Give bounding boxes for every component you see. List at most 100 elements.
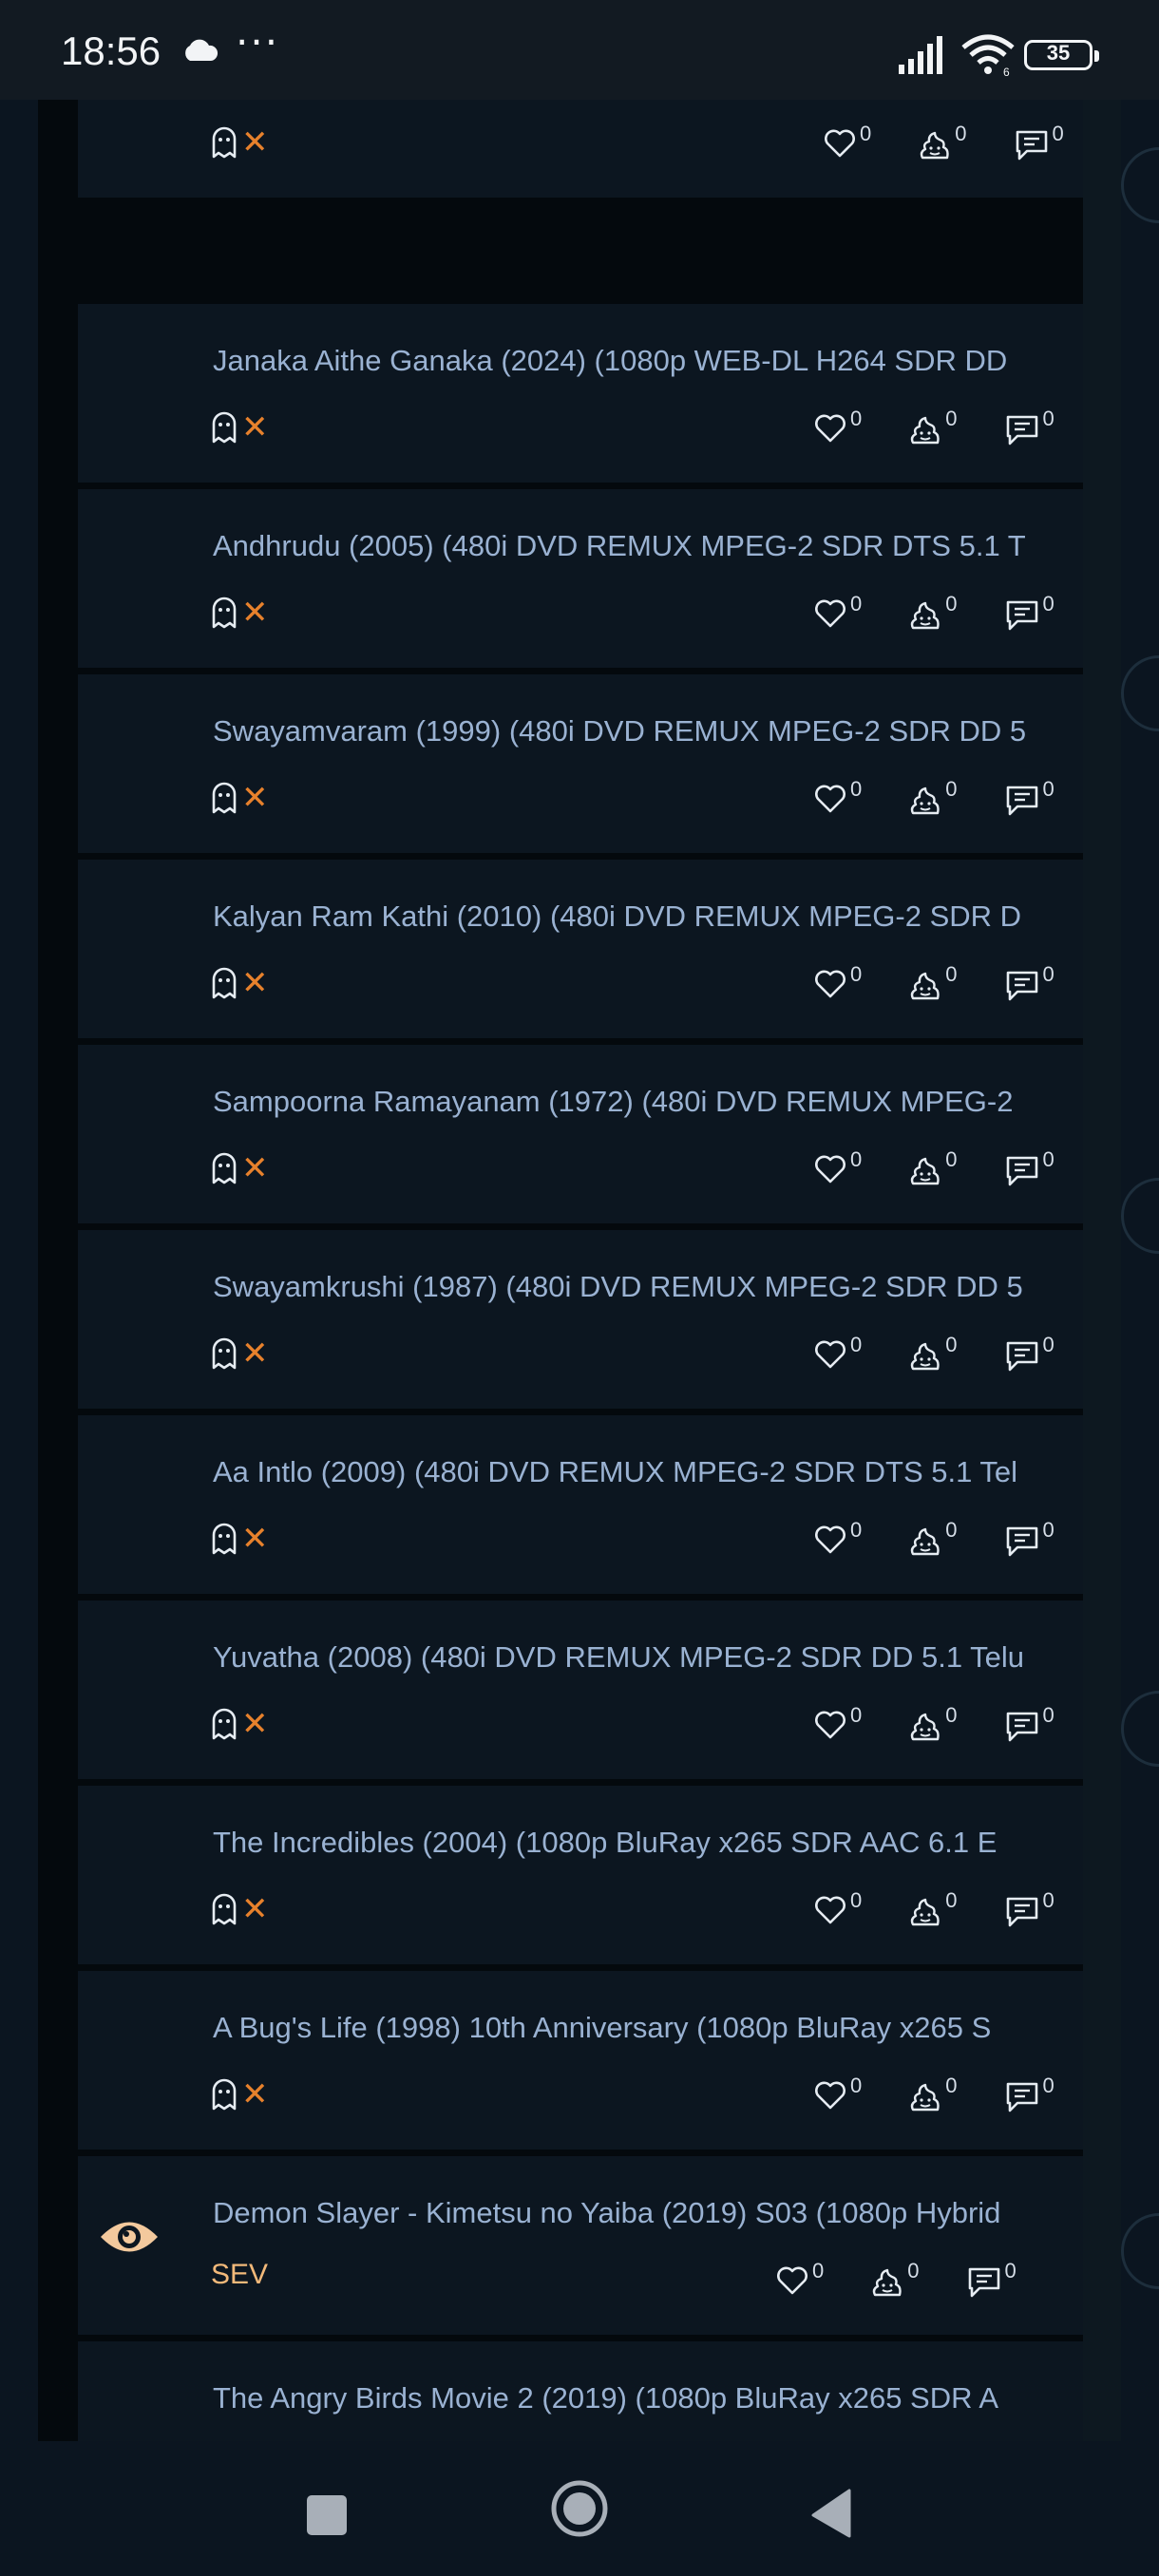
poop-icon	[909, 1333, 941, 1371]
torrent-title[interactable]: The Incredibles (2004) (1080p BluRay x26…	[213, 1826, 997, 1860]
comments-button[interactable]: 0	[1005, 777, 1054, 817]
poop-icon	[909, 962, 941, 1000]
torrent-title[interactable]: A Bug's Life (1998) 10th Anniversary (10…	[213, 2011, 991, 2045]
like-count: 0	[850, 592, 863, 616]
ghost-icon	[211, 410, 238, 445]
list-item[interactable]: Aa Intlo (2009) (480i DVD REMUX MPEG-2 S…	[78, 1415, 1083, 1594]
list-item[interactable]: Sampoorna Ramayanam (1972) (480i DVD REM…	[78, 1045, 1083, 1223]
comments-button[interactable]: 0	[1005, 1888, 1054, 1928]
comment-icon	[1005, 407, 1039, 446]
stats: 0 0 0	[814, 777, 1054, 817]
dislike-button[interactable]: 0	[909, 407, 958, 445]
dislike-button[interactable]: 0	[909, 2074, 958, 2112]
list-item[interactable]: The Incredibles (2004) (1080p BluRay x26…	[78, 1786, 1083, 1964]
like-count: 0	[850, 962, 863, 986]
heart-icon	[814, 777, 846, 813]
dislike-button[interactable]: 0	[909, 962, 958, 1000]
uploader-tag: SEV	[211, 2259, 269, 2290]
ghost-icon	[211, 1151, 238, 1185]
comments-button[interactable]: 0	[967, 2259, 1016, 2299]
stats: 0 0 0	[814, 1518, 1054, 1558]
home-button[interactable]	[550, 2479, 609, 2542]
close-icon: ✕	[241, 1705, 269, 1743]
like-button[interactable]: 0	[824, 122, 871, 158]
dislike-button[interactable]: 0	[919, 122, 967, 160]
poop-icon	[909, 1703, 941, 1741]
like-button[interactable]: 0	[814, 2074, 862, 2110]
signal-icon	[899, 36, 948, 78]
recents-button[interactable]	[306, 2494, 348, 2540]
poop-icon	[909, 407, 941, 445]
torrent-title[interactable]: Aa Intlo (2009) (480i DVD REMUX MPEG-2 S…	[213, 1455, 1017, 1489]
ghost-icon	[211, 1336, 238, 1371]
list-item[interactable]: Swayamvaram (1999) (480i DVD REMUX MPEG-…	[78, 674, 1083, 853]
heart-icon	[814, 2074, 846, 2110]
comments-button[interactable]: 0	[1005, 2074, 1054, 2113]
heart-icon	[814, 962, 846, 998]
torrent-title[interactable]: Sampoorna Ramayanam (1972) (480i DVD REM…	[213, 1085, 1013, 1119]
dislike-count: 0	[945, 2074, 958, 2097]
like-button[interactable]: 0	[814, 592, 862, 628]
list-item[interactable]: Janaka Aithe Ganaka (2024) (1080p WEB-DL…	[78, 304, 1083, 483]
list-item[interactable]: A Bug's Life (1998) 10th Anniversary (10…	[78, 1971, 1083, 2150]
like-button[interactable]: 0	[814, 1333, 862, 1369]
like-button[interactable]: 0	[814, 407, 862, 443]
comments-button[interactable]: 0	[1005, 962, 1054, 1002]
like-button[interactable]: 0	[814, 1518, 862, 1554]
like-count: 0	[850, 2074, 863, 2097]
comment-icon	[1005, 777, 1039, 817]
list-item[interactable]: Demon Slayer - Kimetsu no Yaiba (2019) S…	[78, 2156, 1083, 2335]
like-button[interactable]: 0	[814, 1888, 862, 1924]
dislike-button[interactable]: 0	[909, 1703, 958, 1741]
torrent-title[interactable]: Swayamvaram (1999) (480i DVD REMUX MPEG-…	[213, 714, 1026, 748]
comments-button[interactable]: 0	[1005, 1333, 1054, 1373]
like-button[interactable]: 0	[814, 1147, 862, 1184]
list-item[interactable]: Kalyan Ram Kathi (2010) (480i DVD REMUX …	[78, 860, 1083, 1038]
comments-button[interactable]: 0	[1005, 1703, 1054, 1743]
torrent-title[interactable]: Demon Slayer - Kimetsu no Yaiba (2019) S…	[213, 2196, 1000, 2230]
comments-button[interactable]: 0	[1005, 1518, 1054, 1558]
comment-icon	[1005, 1703, 1039, 1743]
torrent-title[interactable]: Kalyan Ram Kathi (2010) (480i DVD REMUX …	[213, 900, 1021, 934]
dislike-button[interactable]: 0	[909, 1147, 958, 1185]
poop-icon	[909, 1147, 941, 1185]
comments-button[interactable]: 0	[1015, 122, 1064, 161]
comment-count: 0	[1042, 1888, 1054, 1912]
like-button[interactable]: 0	[814, 777, 862, 813]
dislike-button[interactable]: 0	[909, 1333, 958, 1371]
torrent-title[interactable]: Swayamkrushi (1987) (480i DVD REMUX MPEG…	[213, 1270, 1023, 1304]
torrent-title[interactable]: Yuvatha (2008) (480i DVD REMUX MPEG-2 SD…	[213, 1640, 1024, 1675]
list-item[interactable]: Andhrudu (2005) (480i DVD REMUX MPEG-2 S…	[78, 489, 1083, 668]
comments-button[interactable]: 0	[1005, 407, 1054, 446]
torrent-title[interactable]: The Angry Birds Movie 2 (2019) (1080p Bl…	[213, 2381, 998, 2415]
torrent-title[interactable]: Andhrudu (2005) (480i DVD REMUX MPEG-2 S…	[213, 529, 1026, 563]
comments-button[interactable]: 0	[1005, 592, 1054, 632]
comment-count: 0	[1042, 2074, 1054, 2097]
dislike-button[interactable]: 0	[909, 777, 958, 815]
comment-icon	[1005, 1147, 1039, 1187]
ghost-icon	[211, 1522, 238, 1556]
dislike-button[interactable]: 0	[909, 592, 958, 630]
like-button[interactable]: 0	[814, 1703, 862, 1739]
back-button[interactable]	[809, 2489, 851, 2542]
comments-button[interactable]: 0	[1005, 1147, 1054, 1187]
close-icon: ✕	[241, 408, 269, 446]
list-item[interactable]: Swayamkrushi (1987) (480i DVD REMUX MPEG…	[78, 1230, 1083, 1409]
dislike-count: 0	[955, 122, 967, 145]
dislike-button[interactable]: 0	[909, 1888, 958, 1926]
like-button[interactable]: 0	[776, 2259, 824, 2295]
list-item[interactable]: ✕ 0 0 0	[78, 100, 1083, 198]
close-icon: ✕	[241, 779, 269, 817]
svg-text:6: 6	[1003, 66, 1010, 76]
decor-ring	[1121, 1691, 1159, 1767]
dislike-button[interactable]: 0	[909, 1518, 958, 1556]
dislike-button[interactable]: 0	[871, 2259, 920, 2297]
uploader-info: ✕	[211, 125, 269, 160]
list-item[interactable]: Yuvatha (2008) (480i DVD REMUX MPEG-2 SD…	[78, 1601, 1083, 1779]
heart-icon	[814, 1518, 846, 1554]
like-button[interactable]: 0	[814, 962, 862, 998]
dislike-count: 0	[945, 1147, 958, 1171]
torrent-title[interactable]: Janaka Aithe Ganaka (2024) (1080p WEB-DL…	[213, 344, 1007, 378]
like-count: 0	[812, 2259, 825, 2282]
stats: 0 0 0	[814, 962, 1054, 1002]
